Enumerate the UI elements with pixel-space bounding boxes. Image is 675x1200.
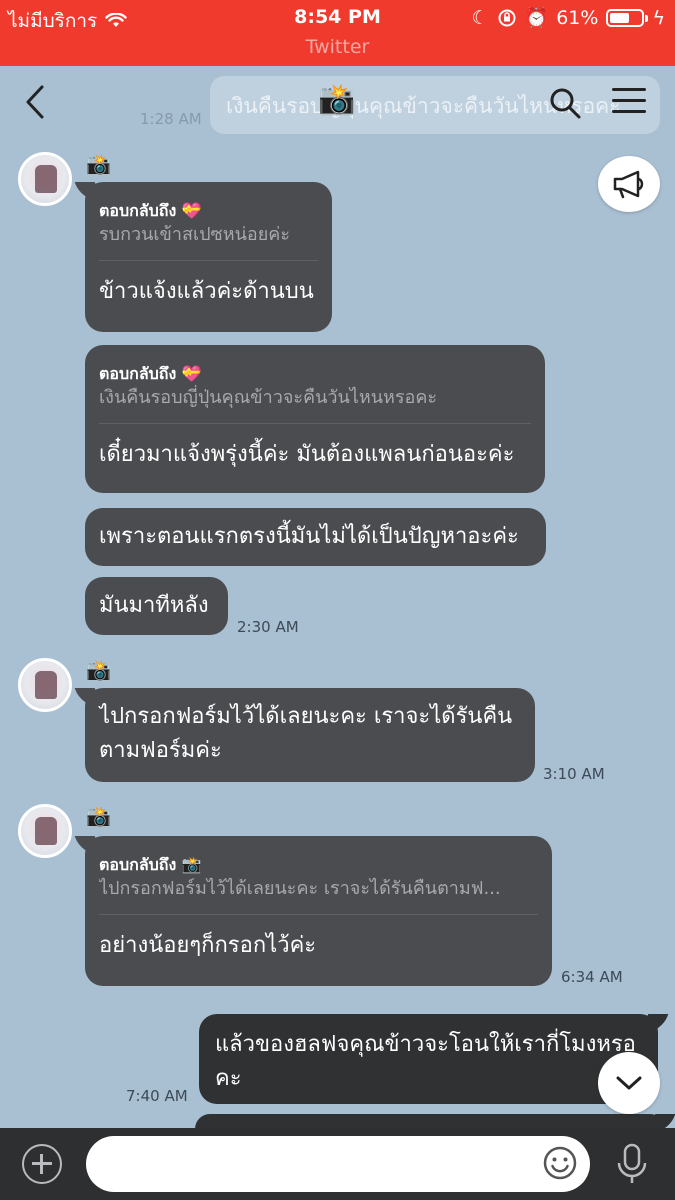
- reply-quote: เงินคืนรอบญี่ปุ่นคุณข้าวจะคืนวันไหนหรอคะ: [99, 387, 438, 408]
- scroll-to-bottom-button[interactable]: [598, 1052, 660, 1114]
- avatar[interactable]: [18, 658, 72, 712]
- battery-percent: 61%: [556, 6, 599, 29]
- message-text: ข้าวแจ้งแล้วค่ะด้านบน: [99, 279, 314, 304]
- message-text-line: แล้วของฮลฟจคุณข้าวจะโอนให้เรากี่โมงหรอ: [215, 1032, 636, 1057]
- reply-quote: รบกวนเข้าสเปซหน่อยค่ะ: [99, 224, 290, 245]
- reply-divider: [99, 260, 318, 261]
- megaphone-icon: [613, 170, 644, 199]
- avatar[interactable]: [18, 152, 72, 206]
- message-text-line: ไปกรอกฟอร์มไว้ได้เลยนะคะ เราจะได้รันคืน: [99, 704, 513, 729]
- reply-divider: [99, 423, 531, 424]
- message-time: 3:10 AM: [543, 765, 605, 783]
- pinned-message[interactable]: เงินคืนรอบญี่ปุ่นคุณข้าวจะคืนวันไหนหรอคะ: [210, 76, 660, 134]
- battery-fill: [610, 12, 629, 23]
- message-bubble-reply[interactable]: ตอบกลับถึง 📸 ไปกรอกฟอร์มไว้ได้เลยนะคะ เร…: [85, 836, 552, 986]
- back-button[interactable]: [20, 84, 50, 120]
- moon-icon: ☾: [471, 6, 489, 29]
- pinned-message-time: 1:28 AM: [140, 110, 202, 128]
- plus-icon[interactable]: [22, 1144, 62, 1184]
- announcement-button[interactable]: [598, 156, 660, 212]
- smiley-icon[interactable]: [542, 1145, 578, 1181]
- avatar[interactable]: [18, 804, 72, 858]
- message-time: 7:40 AM: [126, 1087, 188, 1105]
- chevron-down-icon: [616, 1076, 642, 1090]
- message-text-line: คะ: [215, 1066, 242, 1091]
- message-bubble[interactable]: ไปกรอกฟอร์มไว้ได้เลยนะคะ เราจะได้รันคืน …: [85, 688, 535, 782]
- message-text-line: ตามฟอร์มค่ะ: [99, 738, 222, 763]
- charging-icon: ϟ: [652, 6, 665, 29]
- reply-label: ตอบกลับถึง 💝: [99, 201, 202, 220]
- chat-title-icon: 📸: [318, 82, 356, 117]
- status-right: ☾ ⏰ 61% ϟ: [471, 6, 666, 30]
- sender-name-icon: 📸: [86, 658, 111, 682]
- sender-name-icon: 📸: [86, 152, 111, 176]
- message-text: อย่างน้อยๆก็กรอกไว้ค่ะ: [99, 933, 317, 958]
- reply-quote: ไปกรอกฟอร์มไว้ได้เลยนะคะ เราจะได้รันคืนต…: [99, 878, 501, 899]
- message-text: มันมาทีหลัง: [99, 593, 209, 618]
- outgoing-message-bubble[interactable]: แล้วของฮลฟจคุณข้าวจะโอนให้เรากี่โมงหรอ ค…: [199, 1014, 658, 1104]
- menu-icon[interactable]: [612, 88, 646, 116]
- reply-label: ตอบกลับถึง 💝: [99, 364, 202, 383]
- message-time: 6:34 AM: [561, 968, 623, 986]
- message-time: 2:30 AM: [237, 618, 299, 636]
- return-to-app-label[interactable]: Twitter: [0, 36, 675, 58]
- sender-name-icon: 📸: [86, 804, 111, 828]
- rotation-lock-icon: [498, 9, 516, 26]
- reply-label: ตอบกลับถึง 📸: [99, 855, 202, 874]
- battery-icon: [606, 8, 649, 27]
- message-bubble[interactable]: เพราะตอนแรกตรงนี้มันไม่ได้เป็นปัญหาอะค่ะ: [85, 508, 546, 566]
- message-text: เพราะตอนแรกตรงนี้มันไม่ได้เป็นปัญหาอะค่ะ: [99, 524, 519, 549]
- message-text: เดี๋ยวมาแจ้งพรุ่งนี้ค่ะ มันต้องแพลนก่อนอ…: [99, 442, 515, 467]
- reply-divider: [99, 914, 538, 915]
- message-input[interactable]: [86, 1136, 590, 1192]
- status-bar: ไม่มีบริการ 8:54 PM ☾ ⏰ 61% ϟ Twitter: [0, 0, 675, 66]
- search-icon[interactable]: [548, 86, 582, 120]
- message-bubble-reply[interactable]: ตอบกลับถึง 💝 เงินคืนรอบญี่ปุ่นคุณข้าวจะค…: [85, 345, 545, 493]
- alarm-icon: ⏰: [524, 7, 549, 29]
- message-input-bar: [0, 1128, 675, 1200]
- microphone-icon[interactable]: [614, 1142, 650, 1186]
- message-bubble[interactable]: มันมาทีหลัง: [85, 577, 228, 635]
- message-bubble-reply[interactable]: ตอบกลับถึง 💝 รบกวนเข้าสเปซหน่อยค่ะ ข้าวแ…: [85, 182, 332, 332]
- chat-header: เงินคืนรอบญี่ปุ่นคุณข้าวจะคืนวันไหนหรอคะ…: [0, 66, 675, 136]
